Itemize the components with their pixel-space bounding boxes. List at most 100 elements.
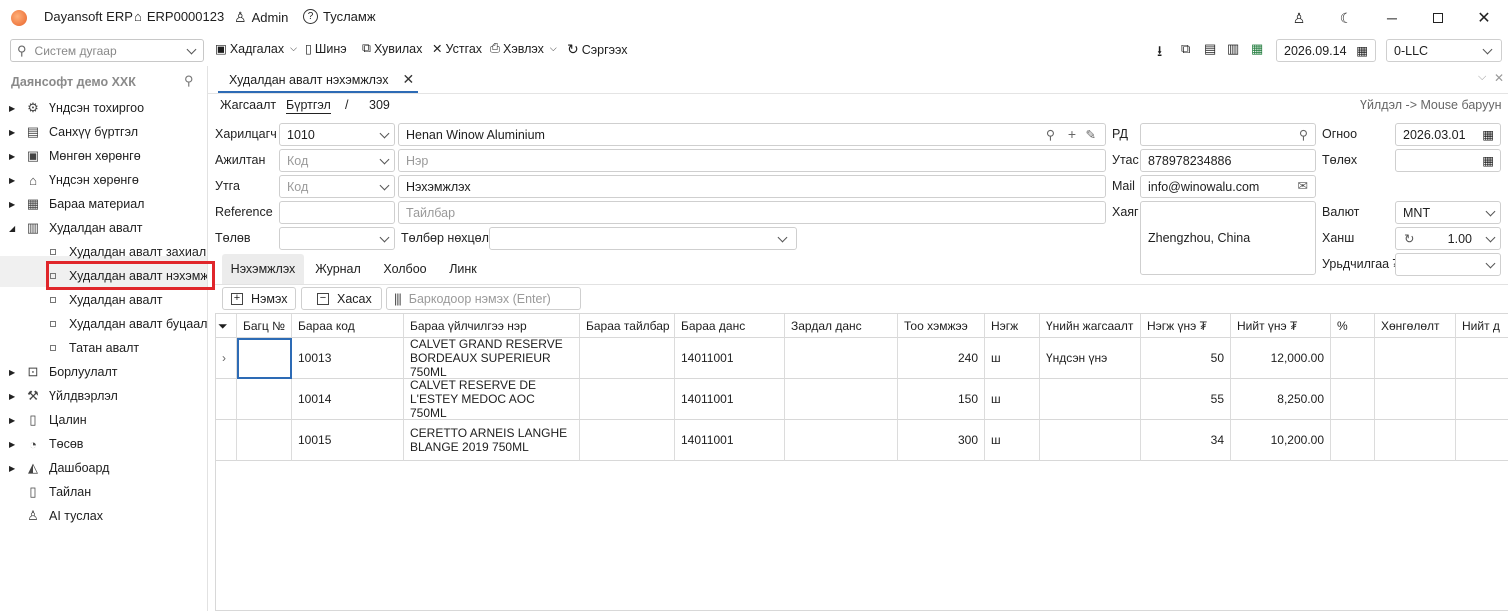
- collapse-icon[interactable]: ⌵: [1478, 71, 1486, 84]
- sidebar-item-ledger[interactable]: ▶ ▤ Санхүү бүртгэл: [0, 120, 207, 144]
- copy-button[interactable]: ⧉ Хувилах: [362, 41, 422, 56]
- add-icon[interactable]: +: [1068, 126, 1076, 142]
- excel-icon[interactable]: ▦: [1251, 41, 1263, 57]
- row-selector[interactable]: [216, 420, 237, 461]
- pay-date-field[interactable]: ▦: [1395, 149, 1501, 172]
- expand-right-icon[interactable]: ▶: [9, 392, 15, 401]
- expand-right-icon[interactable]: ▶: [9, 152, 15, 161]
- cell-batch[interactable]: [237, 420, 292, 461]
- clipboard-icon[interactable]: ▤: [1204, 41, 1216, 57]
- column-header[interactable]: Бараа үйлчилгээ нэр: [404, 314, 580, 338]
- close-window-button[interactable]: ✕: [1474, 9, 1494, 27]
- search-icon[interactable]: ⚲: [1046, 127, 1055, 142]
- cell-code[interactable]: 10013: [292, 338, 404, 379]
- tab-links[interactable]: Холбоо: [376, 254, 434, 284]
- column-header[interactable]: Тоо хэмжээ: [898, 314, 985, 338]
- cell-desc[interactable]: [580, 379, 675, 420]
- cell-empty[interactable]: [1456, 338, 1508, 379]
- cell-batch[interactable]: [237, 338, 292, 379]
- cell-code[interactable]: 10014: [292, 379, 404, 420]
- save-button[interactable]: ▣ Хадгалах ⌵: [215, 41, 297, 57]
- tab-link[interactable]: Линк: [441, 254, 485, 284]
- expand-right-icon[interactable]: ▶: [9, 464, 15, 473]
- sidebar-item-building[interactable]: ▶ ⌂ Үндсэн хөрөнгө: [0, 168, 207, 192]
- column-header[interactable]: Бараа тайлбар: [580, 314, 675, 338]
- clipboard-list-icon[interactable]: ▥: [1227, 41, 1239, 57]
- pay-terms-select[interactable]: [489, 227, 797, 250]
- cell-name[interactable]: CALVET GRAND RESERVE BORDEAUX SUPERIEUR …: [404, 338, 580, 379]
- tab-invoice[interactable]: Нэхэмжлэх: [222, 254, 304, 284]
- cell-total[interactable]: 10,200.00: [1231, 420, 1331, 461]
- add-row-button[interactable]: + Нэмэх: [222, 287, 296, 310]
- minimize-button[interactable]: ─: [1382, 9, 1402, 27]
- cell-exp[interactable]: [785, 338, 898, 379]
- cell-empty[interactable]: [1456, 379, 1508, 420]
- sidebar-item-dashboard[interactable]: ▶ ◭ Дашбоард: [0, 456, 207, 480]
- sidebar-item-factory[interactable]: ▶ ⚒ Үйлдвэрлэл: [0, 384, 207, 408]
- cell-exp[interactable]: [785, 420, 898, 461]
- expand-right-icon[interactable]: ▶: [9, 176, 15, 185]
- column-header[interactable]: Зардал данс: [785, 314, 898, 338]
- column-header[interactable]: Бараа код: [292, 314, 404, 338]
- cell-price[interactable]: 55: [1141, 379, 1231, 420]
- sidebar-item-report[interactable]: ▯ Тайлан: [0, 480, 207, 504]
- expand-right-icon[interactable]: ▶: [9, 368, 15, 377]
- remove-row-button[interactable]: − Хасах: [301, 287, 382, 310]
- expand-right-icon[interactable]: ▶: [9, 104, 15, 113]
- cell-name[interactable]: CALVET RESERVE DE L'ESTEY MEDOC AOC 750M…: [404, 379, 580, 420]
- close-tab-icon[interactable]: ✕: [402, 71, 414, 88]
- document-tab[interactable]: Худалдан авалт нэхэмжлэх ✕: [218, 68, 418, 93]
- rate-field[interactable]: ↻ 1.00: [1395, 227, 1501, 250]
- cell-unit[interactable]: ш: [985, 420, 1040, 461]
- download-icon[interactable]: ⭳: [1157, 41, 1162, 66]
- cell-qty[interactable]: 300: [898, 420, 985, 461]
- cell-empty[interactable]: [1375, 379, 1456, 420]
- sidebar-subitem[interactable]: Худалдан авалт: [0, 288, 207, 312]
- date-field[interactable]: 2026.03.01 ▦: [1395, 123, 1501, 146]
- cell-empty[interactable]: [1375, 420, 1456, 461]
- partner-code-select[interactable]: 1010: [279, 123, 395, 146]
- maximize-button[interactable]: [1428, 9, 1448, 27]
- sidebar-subitem[interactable]: Худалдан авалт буцаалт: [0, 312, 207, 336]
- row-selector[interactable]: [216, 379, 237, 420]
- expand-right-icon[interactable]: ▶: [9, 128, 15, 137]
- cell-total[interactable]: 12,000.00: [1231, 338, 1331, 379]
- toolbar-date[interactable]: 2026.09.14 ▦: [1276, 39, 1376, 62]
- cell-price[interactable]: 34: [1141, 420, 1231, 461]
- pay-status-select[interactable]: [279, 227, 395, 250]
- cell-empty[interactable]: [1331, 420, 1375, 461]
- system-number-search[interactable]: ⚲ Систем дугаар: [10, 39, 204, 62]
- column-header[interactable]: Нэгж: [985, 314, 1040, 338]
- cell-qty[interactable]: 240: [898, 338, 985, 379]
- mail-field[interactable]: info@winowalu.com ✉: [1140, 175, 1316, 198]
- copy-doc-icon[interactable]: ⧉: [1181, 41, 1190, 57]
- cell-code[interactable]: 10015: [292, 420, 404, 461]
- description-field[interactable]: Нэхэмжлэх: [398, 175, 1106, 198]
- address-field[interactable]: Zhengzhou, China: [1140, 201, 1316, 275]
- column-header[interactable]: Нийт д: [1456, 314, 1508, 338]
- user-menu[interactable]: ♙ Admin: [234, 9, 288, 26]
- calendar-icon[interactable]: ▦: [1482, 153, 1494, 168]
- chevron-down-icon[interactable]: ⌵: [550, 43, 557, 54]
- column-header[interactable]: Багц №: [237, 314, 292, 338]
- employee-name-field[interactable]: Нэр: [398, 149, 1106, 172]
- column-header[interactable]: Бараа данс: [675, 314, 785, 338]
- rd-field[interactable]: ⚲: [1140, 123, 1316, 146]
- cell-empty[interactable]: [1331, 379, 1375, 420]
- mail-icon[interactable]: ✉: [1298, 178, 1308, 193]
- print-button[interactable]: ⎙ Хэвлэх ⌵: [490, 41, 557, 56]
- expand-right-icon[interactable]: ▶: [9, 200, 15, 209]
- column-header[interactable]: Үнийн жагсаалт: [1040, 314, 1141, 338]
- help-link[interactable]: ? Тусламж: [303, 9, 376, 24]
- cell-empty[interactable]: [1375, 338, 1456, 379]
- row-selector[interactable]: ›: [216, 338, 237, 379]
- partner-name-field[interactable]: Henan Winow Aluminium ⚲ + ✎: [398, 123, 1106, 146]
- cell-desc[interactable]: [580, 338, 675, 379]
- note-field[interactable]: Тайлбар: [398, 201, 1106, 224]
- sidebar-item-pie[interactable]: ▶ ◔ Төсөв: [0, 432, 207, 456]
- currency-select[interactable]: MNT: [1395, 201, 1501, 224]
- sidebar-item-payroll[interactable]: ▶ ▯ Цалин: [0, 408, 207, 432]
- employee-code-select[interactable]: Код: [279, 149, 395, 172]
- cell-pricelist[interactable]: [1040, 420, 1141, 461]
- chevron-down-icon[interactable]: ⌵: [290, 43, 297, 54]
